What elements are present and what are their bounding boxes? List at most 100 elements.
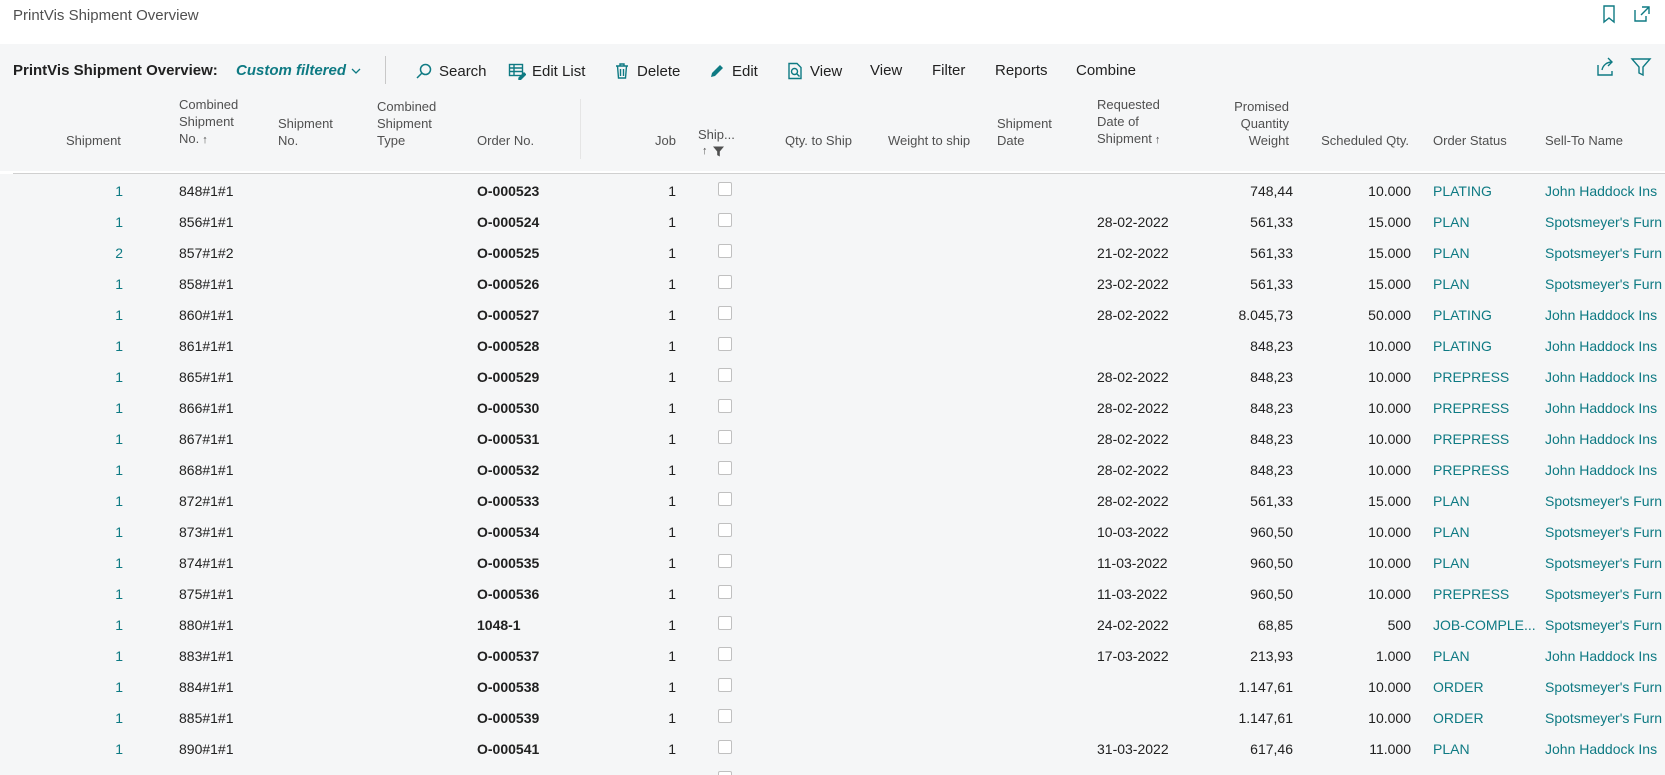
ship-checkbox[interactable] [718, 492, 732, 506]
sell-to-name-cell[interactable]: John Haddock Ins [1545, 183, 1657, 199]
order-status-cell[interactable]: PLAN [1433, 276, 1537, 292]
table-row[interactable]: 2 857#1#2 O-000525 1 21-02-2022 561,33 15.000 P… [0, 236, 1665, 268]
shipment-cell[interactable]: 1 [115, 679, 123, 695]
order-status-cell[interactable]: PREPRESS [1433, 431, 1537, 447]
col-requested-date[interactable]: Requested Date of Shipment ↑ [1097, 96, 1160, 149]
share-icon[interactable] [1594, 56, 1616, 78]
shipment-cell[interactable]: 2 [115, 245, 123, 261]
order-status-cell[interactable]: PLATING [1433, 338, 1537, 354]
sell-to-name-cell[interactable]: Spotsmeyer's Furn [1545, 555, 1662, 571]
ship-checkbox[interactable] [718, 461, 732, 475]
ship-checkbox[interactable] [718, 244, 732, 258]
order-status-cell[interactable]: ORDER [1433, 710, 1537, 726]
order-status-cell[interactable]: PLAN [1433, 214, 1537, 230]
order-status-cell[interactable]: PLAN [1433, 648, 1537, 664]
shipment-cell[interactable]: 1 [115, 555, 123, 571]
col-shipment-date[interactable]: Shipment Date [997, 115, 1052, 149]
ship-checkbox[interactable] [718, 678, 732, 692]
ship-checkbox[interactable] [718, 585, 732, 599]
shipment-cell[interactable]: 1 [115, 276, 123, 292]
sell-to-name-cell[interactable]: John Haddock Ins [1545, 400, 1657, 416]
shipment-cell[interactable]: 1 [115, 462, 123, 478]
ship-checkbox[interactable] [718, 523, 732, 537]
edit-list-button[interactable]: Edit List [508, 62, 585, 80]
shipment-cell[interactable]: 1 [115, 741, 123, 757]
shipment-cell[interactable]: 1 [115, 214, 123, 230]
sell-to-name-cell[interactable]: Spotsmeyer's Furn [1545, 214, 1662, 230]
edit-button[interactable]: Edit [708, 62, 758, 80]
view-icon-button[interactable]: View [786, 62, 842, 80]
table-row[interactable]: 1 874#1#1 O-000535 1 11-03-2022 960,50 10.000 P… [0, 546, 1665, 578]
order-status-cell[interactable]: PLAN [1433, 493, 1537, 509]
col-shipment[interactable]: Shipment [66, 132, 121, 149]
col-combined-shipment-no[interactable]: Combined Shipment No. ↑ [179, 96, 238, 149]
sell-to-name-cell[interactable]: John Haddock Ins [1545, 307, 1657, 323]
open-new-window-icon[interactable] [1632, 4, 1652, 24]
table-row[interactable]: 1 883#1#1 O-000537 1 17-03-2022 213,93 1.000 PL… [0, 639, 1665, 671]
col-qty-to-ship[interactable]: Qty. to Ship [785, 132, 852, 149]
sell-to-name-cell[interactable]: John Haddock Ins [1545, 431, 1657, 447]
order-status-cell[interactable]: PLATING [1433, 183, 1537, 199]
table-row[interactable]: 1 880#1#1 1048-1 1 24-02-2022 68,85 500 JOB-COM… [0, 608, 1665, 640]
table-row[interactable]: 1 856#1#1 O-000524 1 28-02-2022 561,33 15.000 P… [0, 205, 1665, 237]
sell-to-name-cell[interactable]: Spotsmeyer's Furn [1545, 586, 1662, 602]
order-status-cell[interactable]: PLATING [1433, 307, 1537, 323]
col-promised-quantity-weight[interactable]: Promised Quantity Weight [1234, 98, 1289, 149]
sell-to-name-cell[interactable]: Spotsmeyer's Furn [1545, 617, 1662, 633]
order-status-cell[interactable]: PLAN [1433, 245, 1537, 261]
table-row[interactable]: 1 884#1#1 O-000538 1 1.147,61 10.000 ORDER Spot… [0, 670, 1665, 702]
order-status-cell[interactable]: PREPRESS [1433, 462, 1537, 478]
filter-button[interactable]: Filter [932, 62, 965, 79]
view-button[interactable]: View [870, 62, 902, 79]
ship-checkbox[interactable] [718, 213, 732, 227]
sell-to-name-cell[interactable]: John Haddock Ins [1545, 741, 1657, 757]
shipment-cell[interactable]: 1 [115, 369, 123, 385]
shipment-cell[interactable]: 1 [115, 400, 123, 416]
ship-checkbox[interactable] [718, 430, 732, 444]
table-row[interactable]: 1 890#1#1 O-000541 1 31-03-2022 617,46 11.000 P… [0, 732, 1665, 764]
sell-to-name-cell[interactable]: John Haddock Ins [1545, 338, 1657, 354]
shipment-cell[interactable]: 1 [115, 338, 123, 354]
table-row[interactable]: 1 861#1#1 O-000528 1 848,23 10.000 PLATING John… [0, 329, 1665, 361]
sell-to-name-cell[interactable]: Spotsmeyer's Furn [1545, 679, 1662, 695]
order-status-cell[interactable]: PLAN [1433, 741, 1537, 757]
shipment-cell[interactable]: 1 [115, 648, 123, 664]
order-status-cell[interactable]: PREPRESS [1433, 586, 1537, 602]
col-combined-shipment-type[interactable]: Combined Shipment Type [377, 98, 436, 149]
ship-checkbox[interactable] [718, 306, 732, 320]
shipment-cell[interactable]: 1 [115, 524, 123, 540]
ship-checkbox[interactable] [718, 182, 732, 196]
sell-to-name-cell[interactable]: John Haddock Ins [1545, 369, 1657, 385]
col-scheduled-qty[interactable]: Scheduled Qty. [1321, 132, 1409, 149]
shipment-cell[interactable]: 1 [115, 493, 123, 509]
table-row[interactable]: 1 875#1#1 O-000536 1 11-03-2022 960,50 10.000 P… [0, 577, 1665, 609]
ship-checkbox[interactable] [718, 647, 732, 661]
sell-to-name-cell[interactable]: Spotsmeyer's Furn [1545, 710, 1662, 726]
order-status-cell[interactable]: PLAN [1433, 555, 1537, 571]
sell-to-name-cell[interactable]: John Haddock Ins [1545, 648, 1657, 664]
shipment-cell[interactable]: 1 [115, 307, 123, 323]
order-status-cell[interactable]: PREPRESS [1433, 369, 1537, 385]
bookmark-icon[interactable] [1599, 4, 1619, 24]
table-row[interactable]: 1 848#1#1 O-000523 1 748,44 10.000 PLATING John… [0, 174, 1665, 206]
sell-to-name-cell[interactable]: Spotsmeyer's Furn [1545, 245, 1662, 261]
col-sell-to-name[interactable]: Sell-To Name [1545, 132, 1623, 149]
col-order-status[interactable]: Order Status [1433, 132, 1507, 149]
ship-checkbox[interactable] [718, 275, 732, 289]
ship-checkbox[interactable] [718, 771, 732, 775]
table-row[interactable]: 1 872#1#1 O-000533 1 28-02-2022 561,33 15.000 P… [0, 484, 1665, 516]
sell-to-name-cell[interactable]: Spotsmeyer's Furn [1545, 524, 1662, 540]
table-row[interactable]: 1891#1#1O-000542131-03-2022842,9015.000P… [0, 763, 1665, 775]
order-status-cell[interactable]: PREPRESS [1433, 400, 1537, 416]
table-row[interactable]: 1 865#1#1 O-000529 1 28-02-2022 848,23 10.000 P… [0, 360, 1665, 392]
sell-to-name-cell[interactable]: Spotsmeyer's Furn [1545, 276, 1662, 292]
shipment-cell[interactable]: 1 [115, 586, 123, 602]
custom-filter-dropdown[interactable]: Custom filtered [236, 62, 362, 79]
order-status-cell[interactable]: JOB-COMPLE... [1433, 617, 1537, 633]
table-row[interactable]: 1 868#1#1 O-000532 1 28-02-2022 848,23 10.000 P… [0, 453, 1665, 485]
ship-checkbox[interactable] [718, 368, 732, 382]
shipment-cell[interactable]: 1 [115, 183, 123, 199]
col-weight-to-ship[interactable]: Weight to ship [888, 132, 970, 149]
col-ship[interactable]: Ship... ↑ [698, 126, 735, 160]
table-row[interactable]: 1 867#1#1 O-000531 1 28-02-2022 848,23 10.000 P… [0, 422, 1665, 454]
